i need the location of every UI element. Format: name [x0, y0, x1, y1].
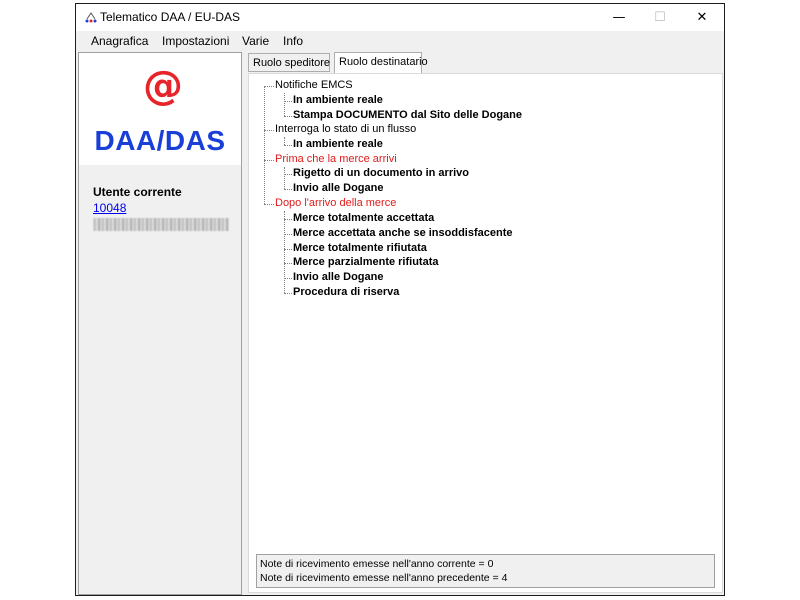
menu-bar: Anagrafica Impostazioni Varie Info — [76, 31, 724, 52]
tree-item-procedura-riserva[interactable]: Procedura di riserva — [293, 286, 399, 298]
tree-connector — [284, 116, 292, 117]
redacted-user-info — [93, 218, 229, 231]
tree-connector — [284, 137, 285, 145]
tab-ruolo-destinatario[interactable]: Ruolo destinatario — [334, 52, 428, 73]
tree-connector — [284, 211, 285, 293]
tree-connector — [284, 278, 292, 279]
tab-content: Notifiche EMCS In ambiente reale Stampa … — [248, 73, 723, 593]
menu-tree: Notifiche EMCS In ambiente reale Stampa … — [249, 74, 722, 544]
tree-connector — [284, 219, 292, 220]
tree-item-stampa-documento[interactable]: Stampa DOCUMENTO dal Sito delle Dogane — [293, 109, 522, 121]
tree-connector — [264, 204, 274, 205]
tree-item-merce-parzialmente-rifiutata[interactable]: Merce parzialmente rifiutata — [293, 256, 439, 268]
app-icon — [85, 12, 97, 23]
tree-node-interroga-stato[interactable]: Interroga lo stato di un flusso — [275, 123, 416, 135]
tree-connector — [284, 174, 292, 175]
menu-impostazioni[interactable]: Impostazioni — [162, 34, 229, 48]
tree-item-ambiente-reale[interactable]: In ambiente reale — [293, 94, 383, 106]
tab-ruolo-speditore[interactable]: Ruolo speditore — [248, 53, 330, 72]
tree-connector — [284, 93, 285, 116]
tree-item-ambiente-reale-2[interactable]: In ambiente reale — [293, 138, 383, 150]
menu-anagrafica[interactable]: Anagrafica — [91, 34, 148, 48]
tree-connector — [284, 167, 285, 189]
logo: @ DAA/DAS — [79, 53, 241, 165]
tree-connector — [284, 189, 292, 190]
sidebar: @ DAA/DAS Utente corrente 10048 — [78, 52, 242, 595]
current-user-label: Utente corrente — [93, 185, 182, 199]
menu-info[interactable]: Info — [283, 34, 303, 48]
tree-item-invio-dogane-2[interactable]: Invio alle Dogane — [293, 271, 383, 283]
at-symbol-icon: @ — [143, 63, 183, 109]
tree-connector — [284, 293, 292, 294]
tree-item-merce-insoddisfacente[interactable]: Merce accettata anche se insoddisfacente — [293, 227, 512, 239]
current-user-link[interactable]: 10048 — [93, 201, 126, 215]
tree-item-merce-rifiutata[interactable]: Merce totalmente rifiutata — [293, 242, 427, 254]
title-bar[interactable]: Telematico DAA / EU-DAS — ☐ ✕ — [76, 4, 724, 31]
tree-connector — [284, 145, 292, 146]
status-current-year: Note di ricevimento emesse nell'anno cor… — [260, 558, 494, 570]
status-panel: Note di ricevimento emesse nell'anno cor… — [256, 554, 715, 588]
close-button[interactable]: ✕ — [681, 4, 723, 31]
window-title: Telematico DAA / EU-DAS — [100, 10, 241, 24]
tree-connector — [264, 86, 274, 87]
tree-connector — [264, 160, 274, 161]
tree-item-merce-accettata[interactable]: Merce totalmente accettata — [293, 212, 434, 224]
maximize-button[interactable]: ☐ — [639, 4, 681, 31]
tree-item-invio-dogane[interactable]: Invio alle Dogane — [293, 182, 383, 194]
tree-connector — [284, 263, 292, 264]
tree-connector — [284, 234, 292, 235]
tree-connector — [284, 249, 292, 250]
tree-item-rigetto-documento[interactable]: Rigetto di un documento in arrivo — [293, 167, 469, 179]
app-window: Telematico DAA / EU-DAS — ☐ ✕ Anagrafica… — [75, 3, 725, 596]
tree-connector — [264, 130, 274, 131]
logo-text: DAA/DAS — [94, 125, 226, 156]
tree-node-dopo-arrivo[interactable]: Dopo l'arrivo della merce — [275, 197, 396, 209]
minimize-button[interactable]: — — [598, 4, 640, 31]
tree-connector — [264, 86, 265, 204]
tree-connector — [284, 101, 292, 102]
status-previous-year: Note di ricevimento emesse nell'anno pre… — [260, 572, 508, 584]
menu-varie[interactable]: Varie — [242, 34, 269, 48]
tree-node-prima-arrivo[interactable]: Prima che la merce arrivi — [275, 153, 397, 165]
tree-node-notifiche-emcs[interactable]: Notifiche EMCS — [275, 79, 353, 91]
